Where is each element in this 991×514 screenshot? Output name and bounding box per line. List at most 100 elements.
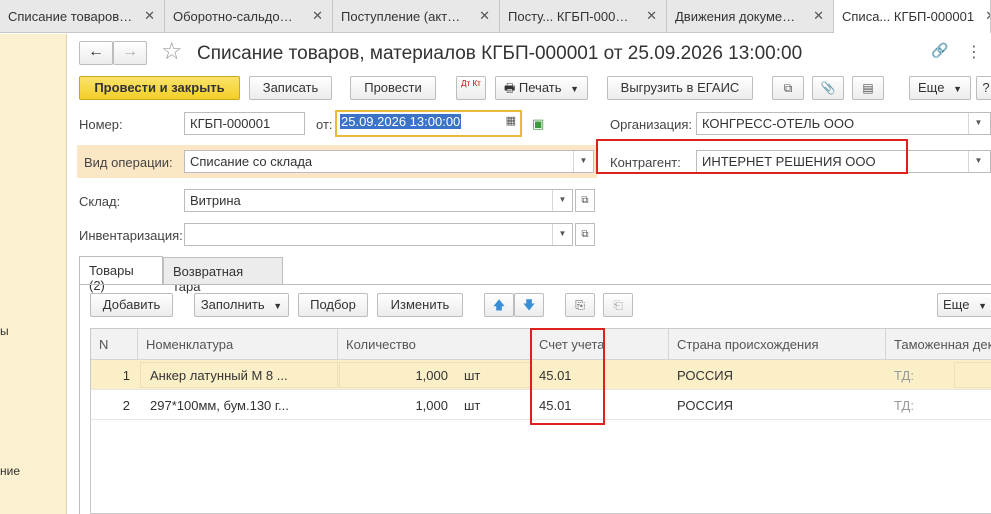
dt-kt-label: Дт Кт	[461, 79, 481, 88]
chevron-down-icon[interactable]: ▼	[968, 151, 988, 172]
more-label: Еще	[943, 297, 970, 312]
close-icon[interactable]: ✕	[985, 8, 990, 24]
open-icon[interactable]: ⧉	[575, 223, 595, 246]
country-cell[interactable]: РОССИЯ	[669, 390, 886, 420]
row-number: 2	[122, 398, 130, 413]
window-tab-document-movements[interactable]: Движения документ... ✕	[667, 0, 834, 33]
quantity-cell[interactable]: 1,000	[338, 360, 456, 390]
chevron-down-icon[interactable]: ▼	[573, 151, 593, 172]
tab-label: Списание товаров, ...	[8, 9, 133, 24]
tab-returnable-packaging[interactable]: Возвратная тара	[163, 257, 283, 294]
printer-icon: 🖶	[503, 81, 516, 95]
back-button[interactable]: ←	[79, 41, 113, 65]
close-icon[interactable]: ✕	[312, 8, 323, 24]
column-header-country[interactable]: Страна происхождения	[669, 329, 886, 360]
add-button[interactable]: Добавить	[90, 293, 173, 317]
tab-goods[interactable]: Товары (2)	[79, 256, 163, 293]
post-and-close-button[interactable]: Провести и закрыть	[79, 76, 240, 100]
left-panel-text: ы	[0, 324, 9, 338]
open-icon[interactable]: ⧉	[575, 189, 595, 212]
close-icon[interactable]: ✕	[646, 8, 657, 24]
paperclip-icon[interactable]: 📎	[812, 76, 844, 100]
fill-button[interactable]: Заполнить ▼	[194, 293, 289, 317]
organization-value: КОНГРЕСС-ОТЕЛЬ ООО	[702, 116, 855, 131]
operation-type-value: Списание со склада	[190, 154, 313, 169]
print-button[interactable]: 🖶 Печать ▼	[495, 76, 588, 100]
paste-icon[interactable]: ⎗	[603, 293, 633, 317]
post-button[interactable]: Провести	[350, 76, 436, 100]
more-label: Еще	[918, 80, 945, 95]
tab-label: Списа... КГБП-000001	[842, 9, 975, 24]
window-tab-writeoff-doc[interactable]: Списа... КГБП-000001 ✕	[834, 0, 991, 34]
annotation-red-box-account	[530, 328, 605, 425]
column-header-item[interactable]: Номенклатура	[138, 329, 338, 360]
customs-cell[interactable]: ТД:	[886, 390, 951, 420]
row-number: 1	[122, 368, 130, 383]
forward-button[interactable]: →	[113, 41, 147, 65]
move-up-icon[interactable]: 🡅	[484, 293, 514, 317]
window-tab-bar: Списание товаров, ... ✕ Оборотно-сальдов…	[0, 0, 991, 34]
date-label: от:	[316, 117, 333, 132]
favorite-star-icon[interactable]: ☆	[161, 37, 183, 66]
window-tab-receipts[interactable]: Поступление (акты, ... ✕	[333, 0, 500, 33]
quantity-cell[interactable]: 1,000	[338, 390, 456, 420]
inventory-field[interactable]: ▼	[184, 223, 573, 246]
column-header-n[interactable]: N	[91, 329, 138, 360]
close-icon[interactable]: ✕	[813, 8, 824, 24]
window-tab-writeoff-list[interactable]: Списание товаров, ... ✕	[0, 0, 165, 33]
more-button[interactable]: Еще ▼	[909, 76, 971, 100]
print-label: Печать	[518, 80, 562, 95]
window-tab-receipt-doc[interactable]: Посту... КГБП-000232 ✕	[500, 0, 667, 33]
calendar-icon[interactable]: ▦	[506, 114, 516, 127]
tab-label: Движения документ...	[675, 9, 800, 24]
warehouse-field[interactable]: Витрина ▼	[184, 189, 573, 212]
window-tab-turnover-balance[interactable]: Оборотно-сальдова... ✕	[165, 0, 333, 33]
inventory-label: Инвентаризация:	[79, 228, 183, 243]
chevron-down-icon: ▼	[978, 301, 987, 311]
warehouse-label: Склад:	[79, 194, 121, 209]
warehouse-value: Витрина	[190, 193, 241, 208]
page-title: Списание товаров, материалов КГБП-000001…	[197, 43, 803, 64]
copy-icon[interactable]: ⎘	[565, 293, 595, 317]
check-document-icon[interactable]: ▣	[532, 116, 544, 132]
chevron-down-icon[interactable]: ▼	[552, 224, 572, 245]
save-button[interactable]: Записать	[249, 76, 332, 100]
left-panel-text[interactable]: ние	[0, 464, 20, 478]
chevron-down-icon[interactable]: ▼	[968, 113, 988, 134]
chevron-down-icon: ▼	[273, 301, 283, 311]
help-button[interactable]: ?	[976, 76, 991, 100]
chevron-down-icon[interactable]: ▼	[552, 190, 572, 211]
tab-label: Поступление (акты, ...	[341, 9, 466, 24]
date-field[interactable]: 25.09.2026 13:00:00 ▦	[335, 110, 522, 137]
close-icon[interactable]: ✕	[479, 8, 490, 24]
unit-cell[interactable]: шт	[456, 390, 531, 420]
column-header-quantity[interactable]: Количество	[338, 329, 531, 360]
dt-kt-icon[interactable]: Дт Кт	[456, 76, 486, 100]
cell-border	[954, 362, 991, 388]
column-header-customs[interactable]: Таможенная декларация	[886, 329, 991, 360]
structure-icon[interactable]: ⧉	[772, 76, 804, 100]
item-cell[interactable]: 297*100мм, бум.130 г...	[142, 390, 338, 420]
selection-button[interactable]: Подбор	[298, 293, 368, 317]
annotation-red-box-contractor	[596, 139, 908, 174]
number-field[interactable]: КГБП-000001	[184, 112, 305, 135]
customs-cell[interactable]: ТД:	[886, 360, 951, 390]
tab-label: Оборотно-сальдова...	[173, 9, 298, 24]
organization-field[interactable]: КОНГРЕСС-ОТЕЛЬ ООО ▼	[696, 112, 991, 135]
more-vertical-icon[interactable]: ⋮	[966, 42, 982, 62]
organization-label: Организация:	[610, 117, 693, 132]
close-icon[interactable]: ✕	[144, 8, 155, 24]
move-down-icon[interactable]: 🡇	[514, 293, 544, 317]
export-egais-button[interactable]: Выгрузить в ЕГАИС	[607, 76, 753, 100]
country-cell[interactable]: РОССИЯ	[669, 360, 886, 390]
chevron-down-icon: ▼	[953, 84, 962, 94]
operation-type-label: Вид операции:	[84, 155, 173, 170]
unit-cell[interactable]: шт	[456, 360, 531, 390]
fill-label: Заполнить	[200, 297, 265, 312]
change-button[interactable]: Изменить	[377, 293, 463, 317]
link-icon[interactable]: 🔗	[931, 42, 948, 59]
item-cell[interactable]: Анкер латунный М 8 ...	[142, 360, 338, 390]
table-more-button[interactable]: Еще ▼	[937, 293, 991, 317]
report-icon[interactable]: ▤	[852, 76, 884, 100]
operation-type-field[interactable]: Списание со склада ▼	[184, 150, 594, 173]
